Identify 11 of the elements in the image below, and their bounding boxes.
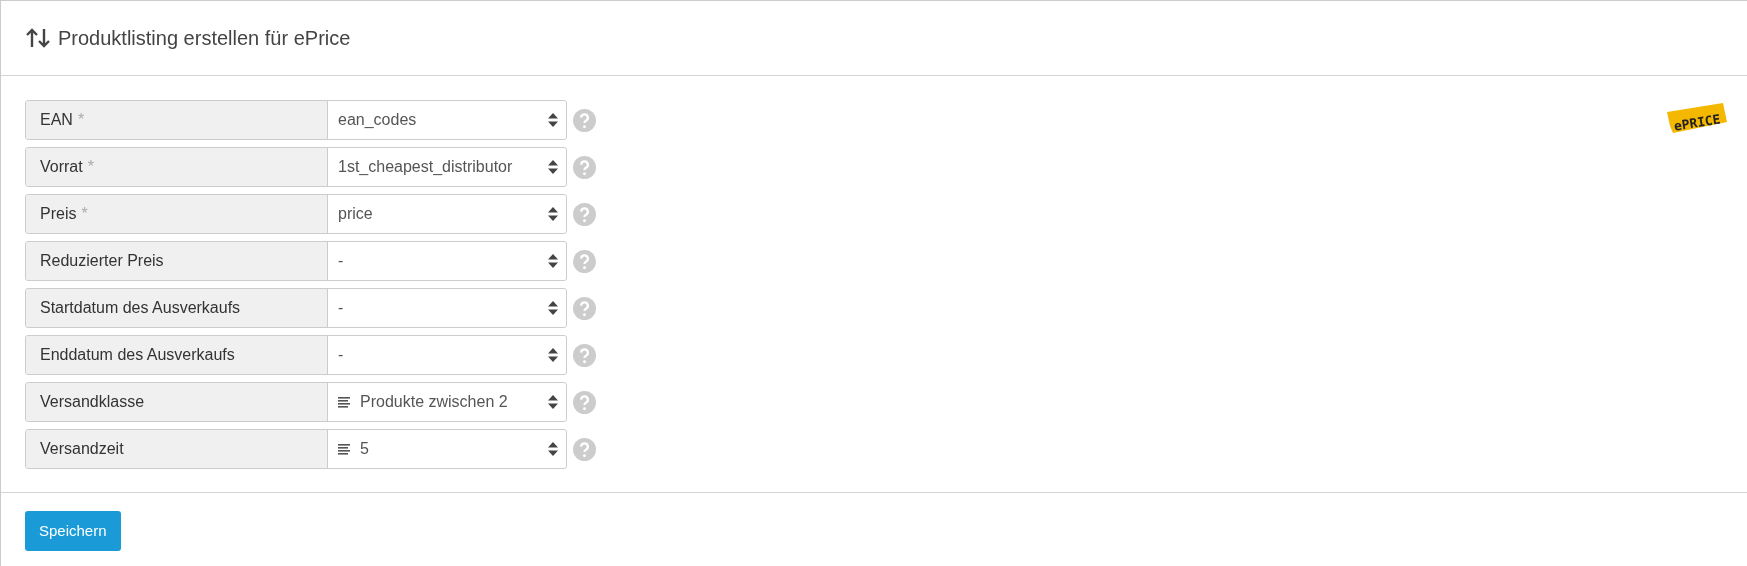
logo: ePRICE [1665,100,1729,136]
panel-title: Produktlisting erstellen für ePrice [58,26,351,51]
sort-icon [26,27,50,49]
help-icon[interactable] [573,108,596,132]
help-icon[interactable] [573,437,596,461]
help-icon[interactable] [573,390,596,414]
help-icon[interactable] [573,155,596,179]
help-icon[interactable] [573,249,596,273]
help-icon[interactable] [573,343,596,367]
help-icon[interactable] [573,202,596,226]
help-icon[interactable] [573,296,596,320]
